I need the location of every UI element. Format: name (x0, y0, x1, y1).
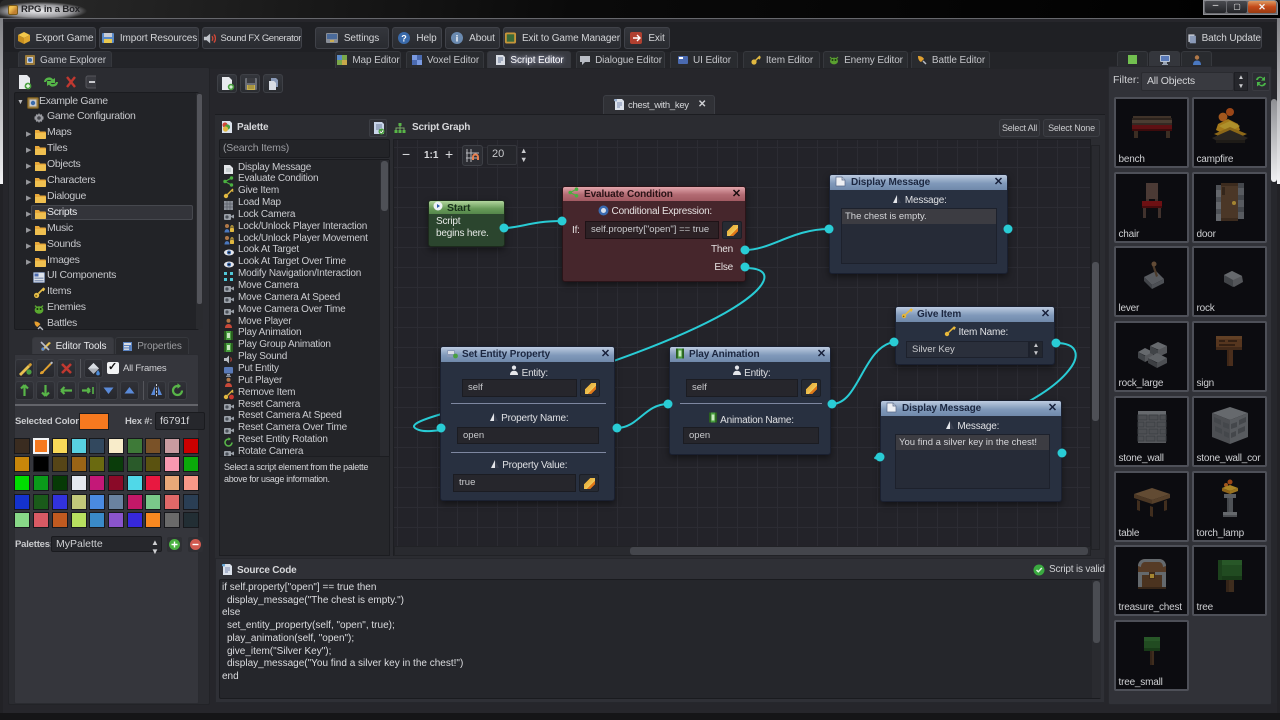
svg-text:i: i (456, 34, 458, 44)
svg-text:?: ? (402, 34, 407, 44)
